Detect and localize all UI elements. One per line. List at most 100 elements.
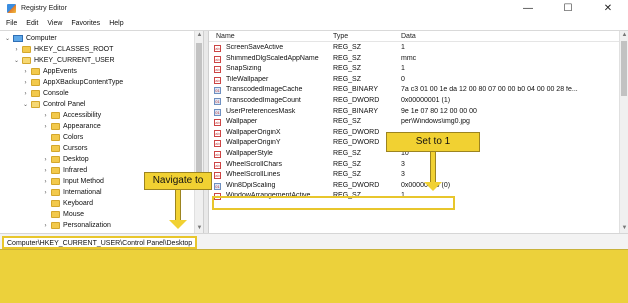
folder-icon [51, 145, 60, 152]
tree-item-label: Computer [26, 35, 57, 42]
string-value-icon: ab [214, 151, 221, 158]
value-type: REG_BINARY [333, 107, 378, 115]
tree-item-label: Control Panel [43, 101, 86, 108]
tree-item-cursors[interactable]: Cursors [42, 143, 88, 154]
tree-item-personalization[interactable]: › Personalization [42, 220, 111, 231]
value-row[interactable]: 01 Win8DpiScaling REG_DWORD 0x00000000 (0) [209, 181, 619, 192]
tree-item-desktop[interactable]: › Desktop [42, 154, 89, 165]
value-row[interactable]: 01 UserPreferencesMask REG_BINARY 9e 1e 07 … [209, 107, 619, 118]
value-type: REG_SZ [333, 171, 362, 179]
tree-item-colors[interactable]: Colors [42, 132, 83, 143]
scroll-up-arrow-icon[interactable]: ▲ [620, 31, 628, 40]
scroll-thumb[interactable] [196, 43, 202, 183]
tree-scrollbar[interactable]: ▲ ▼ [194, 31, 203, 233]
menu-bar: File Edit View Favorites Help [0, 17, 628, 30]
tree-item-input-method[interactable]: › Input Method [42, 176, 104, 187]
expand-chevron-icon[interactable]: › [13, 47, 20, 53]
binary-value-icon: 01 [214, 98, 221, 105]
registry-editor-window: Registry Editor — ☐ ✕ File Edit View Fav… [0, 0, 628, 250]
menu-edit[interactable]: Edit [26, 20, 38, 27]
tree-item-keyboard[interactable]: Keyboard [42, 198, 93, 209]
value-row[interactable]: ab WheelScrollChars REG_SZ 3 [209, 160, 619, 171]
expand-chevron-icon[interactable]: › [22, 80, 29, 86]
tree-item-label: Colors [63, 134, 84, 141]
tree-item-accessibility[interactable]: › Accessibility [42, 110, 101, 121]
folder-icon [51, 178, 60, 185]
status-path: Computer\HKEY_CURRENT_USER\Control Panel… [2, 236, 198, 249]
tree-item-hkey-current-user[interactable]: ⌄ HKEY_CURRENT_USER [13, 55, 115, 66]
binary-value-icon: 01 [214, 182, 221, 190]
scroll-thumb[interactable] [621, 41, 627, 96]
value-type: REG_SZ [333, 54, 362, 62]
tree-item-mouse[interactable]: Mouse [42, 209, 84, 220]
value-data: 1 [401, 65, 405, 73]
value-row[interactable]: 01 TranscodedImageCache REG_BINARY 7a c3 01… [209, 85, 619, 96]
string-value-icon: ab [214, 76, 221, 84]
value-row[interactable]: ab TileWallpaper REG_SZ 0 [209, 75, 619, 86]
column-header-data[interactable]: Data [401, 33, 416, 40]
minimize-button[interactable]: — [508, 0, 548, 17]
menu-view[interactable]: View [47, 20, 62, 27]
string-value-icon: ab [214, 172, 221, 180]
folder-icon [51, 167, 60, 174]
tree-item-computer[interactable]: ⌄ Computer [4, 33, 57, 44]
tree-item-appevents[interactable]: › AppEvents [22, 66, 77, 77]
values-header: Name Type Data [209, 31, 619, 42]
value-name: SnapSizing [226, 65, 262, 73]
expand-chevron-icon[interactable]: ⌄ [22, 101, 29, 108]
folder-icon [51, 222, 60, 229]
folder-icon [31, 79, 40, 86]
menu-help[interactable]: Help [109, 20, 123, 27]
tree-item-appxbackupcontenttype[interactable]: › AppXBackupContentType [22, 77, 123, 88]
folder-icon [31, 90, 40, 97]
value-row[interactable]: ab SnapSizing REG_SZ 1 [209, 64, 619, 75]
navigate-arrow-icon [169, 190, 187, 230]
tree-item-control-panel[interactable]: ⌄ Control Panel [22, 99, 85, 110]
expand-chevron-icon[interactable]: › [22, 69, 29, 75]
set-value-arrow-icon [424, 152, 442, 194]
column-header-name[interactable]: Name [216, 33, 235, 40]
close-button[interactable]: ✕ [588, 0, 628, 17]
string-value-icon: ab [214, 129, 221, 137]
expand-chevron-icon[interactable]: › [22, 91, 29, 97]
value-row[interactable]: 01 TranscodedImageCount REG_DWORD 0x0000000… [209, 96, 619, 107]
scroll-down-arrow-icon[interactable]: ▼ [620, 224, 628, 233]
tree-item-console[interactable]: › Console [22, 88, 69, 99]
folder-icon [51, 123, 60, 130]
expand-chevron-icon[interactable]: › [42, 113, 49, 119]
expand-chevron-icon[interactable]: › [42, 223, 49, 229]
folder-icon [51, 211, 60, 218]
tree-item-label: Keyboard [63, 200, 93, 207]
expand-chevron-icon[interactable]: › [42, 179, 49, 185]
expand-chevron-icon[interactable]: › [42, 190, 49, 196]
expand-chevron-icon[interactable]: › [42, 157, 49, 163]
value-row[interactable]: ab ShimmedDlgScaledAppName REG_SZ mmc [209, 54, 619, 65]
maximize-button[interactable]: ☐ [548, 0, 588, 17]
tree-item-label: Cursors [63, 145, 88, 152]
computer-icon [13, 35, 23, 42]
string-value-icon: ab [214, 66, 221, 74]
values-scrollbar[interactable]: ▲ ▼ [619, 31, 628, 233]
menu-file[interactable]: File [6, 20, 17, 27]
value-row[interactable]: ab ScreenSaveActive REG_SZ 1 [209, 43, 619, 54]
column-header-type[interactable]: Type [333, 33, 348, 40]
value-row[interactable]: ab Wallpaper REG_SZ per\Windows\img0.jpg [209, 117, 619, 128]
tree-item-label: International [63, 189, 102, 196]
menu-favorites[interactable]: Favorites [71, 20, 100, 27]
tree-item-label: Accessibility [63, 112, 102, 119]
tree-item-hkey-classes-root[interactable]: › HKEY_CLASSES_ROOT [13, 44, 113, 55]
expand-chevron-icon[interactable]: ⌄ [4, 35, 11, 42]
expand-chevron-icon[interactable]: ⌄ [13, 57, 20, 64]
tree-item-infrared[interactable]: › Infrared [42, 165, 87, 176]
value-name: Win8DpiScaling [226, 181, 276, 189]
value-row[interactable]: ab WheelScrollLines REG_SZ 3 [209, 170, 619, 181]
tree-item-label: Appearance [63, 123, 101, 130]
tree-item-appearance[interactable]: › Appearance [42, 121, 101, 132]
expand-chevron-icon[interactable]: › [42, 124, 49, 130]
value-type: REG_DWORD [333, 97, 380, 104]
binary-value-icon: 01 [214, 87, 221, 95]
tree-item-international[interactable]: › International [42, 187, 102, 198]
binary-value-icon: 01 [214, 108, 221, 116]
expand-chevron-icon[interactable]: › [42, 168, 49, 174]
value-name: ShimmedDlgScaledAppName [226, 54, 319, 62]
